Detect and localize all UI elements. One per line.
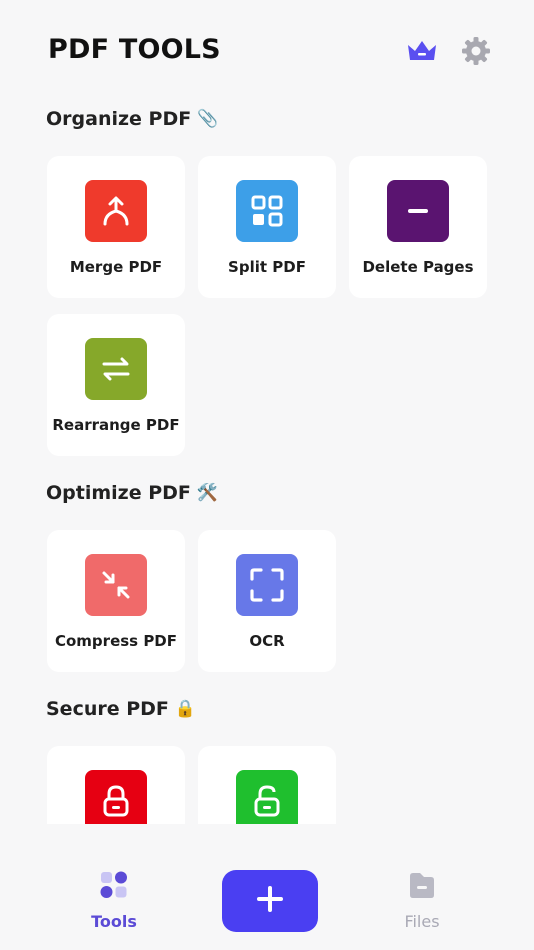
tool-label: Rearrange PDF: [52, 416, 180, 434]
tools-icon: 🛠️: [196, 483, 219, 503]
tool-label: Compress PDF: [54, 632, 178, 650]
nav-label-files: Files: [404, 912, 440, 931]
grid-icon: [236, 180, 298, 242]
tool-card-ocr[interactable]: OCR: [198, 530, 336, 672]
nav-tab-tools[interactable]: Tools: [64, 870, 164, 931]
tool-card-split-pdf[interactable]: Split PDF: [198, 156, 336, 298]
swap-icon: [85, 338, 147, 400]
scan-icon: [236, 554, 298, 616]
crown-icon[interactable]: [405, 36, 439, 66]
section-label: Optimize PDF: [46, 482, 191, 504]
tool-card-merge-pdf[interactable]: Merge PDF: [47, 156, 185, 298]
gear-icon[interactable]: [459, 36, 493, 66]
tool-card-compress-pdf[interactable]: Compress PDF: [47, 530, 185, 672]
tool-label: Merge PDF: [69, 258, 163, 276]
section-title-organize: Organize PDF 📎: [46, 108, 218, 130]
unlock-icon: [236, 770, 298, 824]
minus-icon: [387, 180, 449, 242]
nav-label-tools: Tools: [91, 912, 137, 931]
lock-icon: [85, 770, 147, 824]
tool-card-rearrange-pdf[interactable]: Rearrange PDF: [47, 314, 185, 456]
bottom-nav: Tools Files: [0, 824, 534, 950]
paperclip-icon: 📎: [197, 109, 219, 129]
tool-label: OCR: [249, 632, 285, 650]
tool-card-delete-pages[interactable]: Delete Pages: [349, 156, 487, 298]
folder-icon: [407, 870, 437, 904]
add-button[interactable]: [222, 870, 318, 932]
app-title: PDF TOOLS: [48, 34, 221, 65]
section-title-optimize: Optimize PDF 🛠️: [46, 482, 218, 504]
tool-card-unlock-pdf[interactable]: [198, 746, 336, 824]
nav-tab-files[interactable]: Files: [372, 870, 472, 931]
tool-card-lock-pdf[interactable]: [47, 746, 185, 824]
lock-emoji-icon: 🔒: [174, 699, 197, 719]
section-title-secure: Secure PDF 🔒: [46, 698, 196, 720]
merge-icon: [85, 180, 147, 242]
tools-scroll-area[interactable]: Organize PDF 📎 Merge PDF Split PDF Delet…: [0, 100, 534, 824]
section-label: Secure PDF: [46, 698, 169, 720]
app-header: PDF TOOLS: [0, 0, 534, 100]
tool-label: Delete Pages: [362, 258, 474, 276]
tool-label: Split PDF: [228, 258, 306, 276]
tools-grid-icon: [99, 870, 129, 904]
plus-icon: [255, 884, 285, 918]
section-label: Organize PDF: [46, 108, 192, 130]
compress-icon: [85, 554, 147, 616]
